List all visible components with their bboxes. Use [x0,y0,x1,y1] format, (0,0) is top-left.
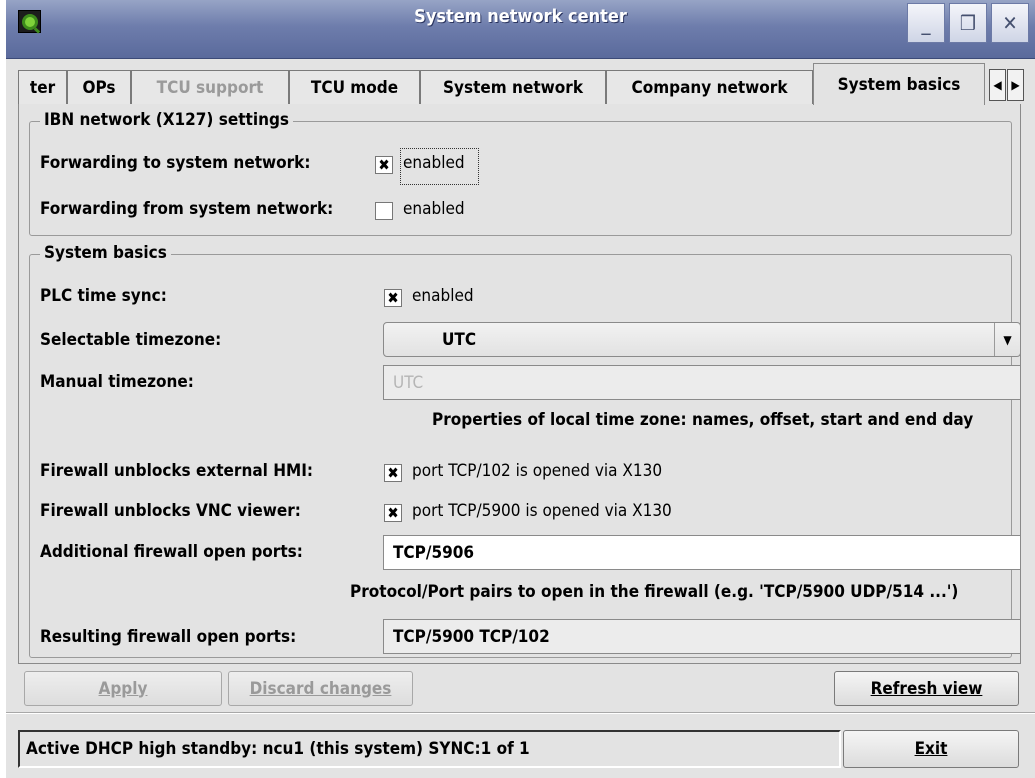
system-basics-group: System basics PLC time sync: ✖ enabled S… [29,243,1021,658]
window-title: System network center [414,6,627,27]
check-icon: ✖ [387,288,399,307]
refresh-view-button[interactable]: Refresh view [834,671,1019,706]
system-basics-panel: IBN network (X127) settings Forwarding t… [18,104,1021,664]
apply-button-label: Apply [98,678,148,699]
selectable-timezone-value: UTC [442,329,477,350]
chevron-down-icon[interactable]: ▼ [994,323,1020,356]
firewall-vnc-checkbox[interactable]: ✖ [384,504,402,522]
manual-timezone-label: Manual timezone: [40,372,194,392]
additional-ports-label: Additional firewall open ports: [40,542,303,562]
check-icon: ✖ [387,503,399,522]
tab-system-network[interactable]: System network [420,70,606,104]
discard-changes-button: Discard changes [228,671,413,706]
apply-button: Apply [24,671,222,706]
check-icon: ✖ [378,155,390,174]
additional-ports-input[interactable]: TCP/5906 [383,535,1021,570]
tab-scroll-left-icon[interactable]: ◀ [989,69,1006,101]
resulting-ports-label: Resulting firewall open ports: [40,627,297,647]
tab-bar: ter OPs TCU support TCU mode System netw… [6,61,1035,105]
forward-to-checkbox[interactable]: ✖ [375,156,393,174]
plc-time-sync-checkbox[interactable]: ✖ [384,289,402,307]
manual-timezone-field: UTC [383,365,1021,400]
check-icon: ✖ [387,463,399,482]
firewall-hmi-label: Firewall unblocks external HMI: [40,461,314,481]
firewall-hmi-text[interactable]: port TCP/102 is opened via X130 [412,461,662,481]
refresh-button-label: Refresh view [870,678,983,699]
forward-from-text[interactable]: enabled [403,199,465,219]
discard-button-label: Discard changes [249,678,392,699]
selectable-timezone-dropdown[interactable]: UTC ▼ [383,322,1021,357]
tab-company-network[interactable]: Company network [606,70,813,104]
close-button[interactable]: ✕ [991,3,1029,43]
firewall-vnc-label: Firewall unblocks VNC viewer: [40,501,301,521]
tab-tcu-mode[interactable]: TCU mode [289,70,420,104]
tab-scroll-right-icon[interactable]: ▶ [1007,69,1024,101]
status-bar: Active DHCP high standby: ncu1 (this sys… [18,730,841,768]
tab-ops[interactable]: OPs [67,70,131,104]
tab-ter[interactable]: ter [18,70,67,104]
system-network-center-window: System network center _ ❒ ✕ ter OPs TCU … [6,0,1035,778]
firewall-vnc-text[interactable]: port TCP/5900 is opened via X130 [412,501,672,521]
divider [6,712,1035,714]
ibn-network-group: IBN network (X127) settings Forwarding t… [29,110,1012,236]
exit-button-label: Exit [914,739,948,759]
tab-tcu-support: TCU support [131,70,289,104]
exit-button[interactable]: Exit [843,730,1019,768]
system-basics-legend: System basics [40,243,171,263]
firewall-hmi-checkbox[interactable]: ✖ [384,464,402,482]
firewall-hint: Protocol/Port pairs to open in the firew… [350,582,959,602]
forward-from-label: Forwarding from system network: [40,199,334,219]
timezone-hint: Properties of local time zone: names, of… [432,410,974,430]
forward-from-checkbox[interactable] [375,202,393,220]
forward-to-text[interactable]: enabled [403,153,465,173]
maximize-button[interactable]: ❒ [949,3,987,43]
forward-to-label: Forwarding to system network: [40,153,311,173]
title-bar[interactable]: System network center _ ❒ ✕ [6,0,1035,59]
plc-time-sync-label: PLC time sync: [40,286,167,306]
selectable-timezone-label: Selectable timezone: [40,330,222,350]
tab-system-basics[interactable]: System basics [813,63,985,105]
plc-time-sync-text[interactable]: enabled [412,286,474,306]
resulting-ports-field: TCP/5900 TCP/102 [383,619,1021,654]
minimize-button[interactable]: _ [907,3,945,43]
ibn-network-legend: IBN network (X127) settings [40,110,294,130]
